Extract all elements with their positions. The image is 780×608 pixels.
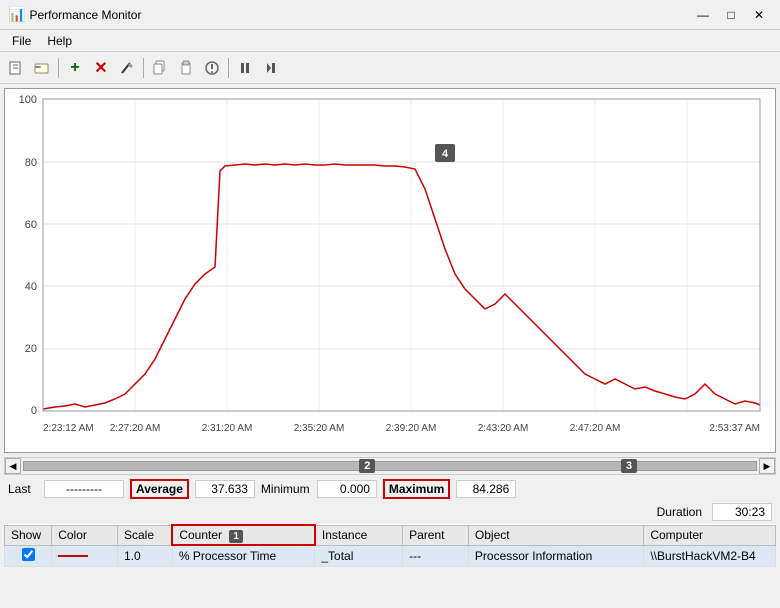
- toolbar: + ✕: [0, 52, 780, 84]
- last-label: Last: [8, 482, 38, 496]
- chart-svg: 100 80 60 40 20 0 2:23:12 AM 2:27:20 AM …: [5, 89, 767, 449]
- svg-text:2:27:20 AM: 2:27:20 AM: [110, 423, 161, 434]
- svg-text:2:31:20 AM: 2:31:20 AM: [202, 423, 253, 434]
- svg-text:2:35:20 AM: 2:35:20 AM: [294, 423, 345, 434]
- new-counter-set-button[interactable]: [4, 56, 28, 80]
- scrollbar-row: ◀ ▶ 2 3: [4, 457, 776, 475]
- th-color: Color: [52, 525, 118, 545]
- update-button[interactable]: [259, 56, 283, 80]
- app-title: Performance Monitor: [29, 8, 690, 22]
- properties-button[interactable]: [200, 56, 224, 80]
- th-computer: Computer: [644, 525, 776, 545]
- duration-value: 30:23: [712, 503, 772, 521]
- badge-3: 3: [621, 459, 637, 473]
- titlebar: 📊 Performance Monitor — □ ✕: [0, 0, 780, 30]
- duration-label: Duration: [657, 505, 702, 519]
- svg-text:2:53:37 AM: 2:53:37 AM: [709, 423, 760, 434]
- window-controls: — □ ✕: [690, 5, 772, 25]
- duration-row: Duration 30:23: [4, 502, 776, 522]
- row-scale: 1.0: [117, 545, 172, 566]
- row-show[interactable]: [5, 545, 52, 566]
- row-parent: ---: [403, 545, 469, 566]
- th-parent: Parent: [403, 525, 469, 545]
- svg-text:2:39:20 AM: 2:39:20 AM: [386, 423, 437, 434]
- svg-text:2:43:20 AM: 2:43:20 AM: [478, 423, 529, 434]
- badge-2: 2: [359, 459, 375, 473]
- app-icon: 📊: [8, 6, 25, 23]
- highlight-button[interactable]: [115, 56, 139, 80]
- average-value: 37.633: [195, 480, 255, 498]
- close-button[interactable]: ✕: [746, 5, 772, 25]
- freeze-button[interactable]: [233, 56, 257, 80]
- svg-text:80: 80: [25, 157, 37, 169]
- maximum-value: 84.286: [456, 480, 516, 498]
- stats-row: Last --------- Average 37.633 Minimum 0.…: [4, 477, 776, 501]
- menu-help[interactable]: Help: [39, 32, 80, 50]
- row-counter: % Processor Time: [172, 545, 315, 566]
- open-button[interactable]: [30, 56, 54, 80]
- svg-text:100: 100: [19, 94, 37, 106]
- minimum-label: Minimum: [261, 482, 311, 496]
- row-instance: _Total: [315, 545, 403, 566]
- maximize-button[interactable]: □: [718, 5, 744, 25]
- th-instance: Instance: [315, 525, 403, 545]
- svg-text:20: 20: [25, 343, 37, 355]
- row-color: [52, 545, 118, 566]
- row-computer: \\BurstHackVM2-B4: [644, 545, 776, 566]
- color-indicator: [58, 555, 88, 557]
- row-object: Processor Information: [468, 545, 643, 566]
- svg-text:2:47:20 AM: 2:47:20 AM: [570, 423, 621, 434]
- average-label: Average: [130, 479, 189, 499]
- toolbar-separator-1: [58, 58, 59, 78]
- minimize-button[interactable]: —: [690, 5, 716, 25]
- svg-text:0: 0: [31, 405, 37, 417]
- th-scale: Scale: [117, 525, 172, 545]
- th-object: Object: [468, 525, 643, 545]
- scroll-thumb[interactable]: [23, 461, 757, 471]
- th-show: Show: [5, 525, 52, 545]
- paste-properties-button[interactable]: [174, 56, 198, 80]
- maximum-label: Maximum: [383, 479, 450, 499]
- scroll-right-arrow[interactable]: ▶: [759, 458, 775, 474]
- menubar: File Help: [0, 30, 780, 52]
- minimum-value: 0.000: [317, 480, 377, 498]
- table-row[interactable]: 1.0 % Processor Time _Total --- Processo…: [5, 545, 776, 566]
- svg-text:40: 40: [25, 281, 37, 293]
- counters-table: Show Color Scale Counter 1 Instance Pare…: [4, 524, 776, 567]
- menu-file[interactable]: File: [4, 32, 39, 50]
- svg-text:60: 60: [25, 219, 37, 231]
- scroll-left-arrow[interactable]: ◀: [5, 458, 21, 474]
- svg-text:2:23:12 AM: 2:23:12 AM: [43, 423, 94, 434]
- show-checkbox[interactable]: [22, 548, 35, 561]
- badge-1: 1: [229, 530, 243, 543]
- th-counter: Counter 1: [172, 525, 315, 545]
- delete-counter-button[interactable]: ✕: [89, 56, 113, 80]
- scroll-track[interactable]: [23, 461, 757, 471]
- toolbar-separator-3: [228, 58, 229, 78]
- performance-chart: 100 80 60 40 20 0 2:23:12 AM 2:27:20 AM …: [4, 88, 776, 453]
- copy-properties-button[interactable]: [148, 56, 172, 80]
- add-counter-button[interactable]: +: [63, 56, 87, 80]
- last-value: ---------: [44, 480, 124, 498]
- svg-text:4: 4: [442, 148, 449, 160]
- toolbar-separator-2: [143, 58, 144, 78]
